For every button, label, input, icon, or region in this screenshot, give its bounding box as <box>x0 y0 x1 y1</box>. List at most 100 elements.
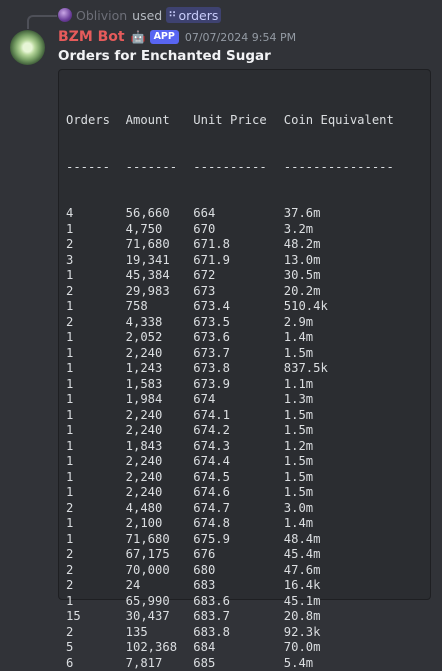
cell-amount: 19,341 <box>126 253 194 269</box>
cell-unit-price: 674.3 <box>193 439 284 455</box>
cell-orders: 2 <box>66 501 126 517</box>
table-row: 165,990683.645.1m <box>66 594 423 610</box>
cell-unit-price: 674.6 <box>193 485 284 501</box>
header-unit-price: Unit Price <box>193 113 284 129</box>
cell-orders: 1 <box>66 392 126 408</box>
cell-unit-price: 674.2 <box>193 423 284 439</box>
cell-amount: 1,243 <box>126 361 194 377</box>
cell-unit-price: 673.7 <box>193 346 284 362</box>
cell-coin-equivalent: 20.8m <box>284 609 423 625</box>
table-row: 22468316.4k <box>66 578 423 594</box>
cell-coin-equivalent: 2.9m <box>284 315 423 331</box>
cell-amount: 2,240 <box>126 408 194 424</box>
table-row: 12,240674.11.5m <box>66 408 423 424</box>
cell-orders: 2 <box>66 315 126 331</box>
cell-orders: 6 <box>66 656 126 671</box>
cell-orders: 15 <box>66 609 126 625</box>
table-row: 229,98367320.2m <box>66 284 423 300</box>
cell-coin-equivalent: 1.5m <box>284 408 423 424</box>
cell-orders: 1 <box>66 594 126 610</box>
message-timestamp: 07/07/2024 9:54 PM <box>185 31 296 44</box>
table-row: 271,680671.848.2m <box>66 237 423 253</box>
cell-unit-price: 673 <box>193 284 284 300</box>
cell-unit-price: 673.6 <box>193 330 284 346</box>
reply-context[interactable]: Oblivion used ∷ orders <box>58 7 221 23</box>
cell-unit-price: 683 <box>193 578 284 594</box>
reply-username[interactable]: Oblivion <box>76 8 127 23</box>
table-row: 11,9846741.3m <box>66 392 423 408</box>
command-name: orders <box>179 8 219 23</box>
cell-orders: 1 <box>66 330 126 346</box>
cell-orders: 2 <box>66 563 126 579</box>
cell-amount: 7,817 <box>126 656 194 671</box>
table-row: 11,243673.8837.5k <box>66 361 423 377</box>
cell-unit-price: 673.8 <box>193 361 284 377</box>
cell-amount: 1,583 <box>126 377 194 393</box>
cell-orders: 2 <box>66 578 126 594</box>
table-row: 12,240673.71.5m <box>66 346 423 362</box>
cell-amount: 2,240 <box>126 485 194 501</box>
cell-unit-price: 671.8 <box>193 237 284 253</box>
bot-username[interactable]: BZM Bot <box>58 29 125 45</box>
orders-code-block: Orders Amount Unit Price Coin Equivalent… <box>58 69 431 600</box>
cell-coin-equivalent: 3.0m <box>284 501 423 517</box>
table-row: 24,338673.52.9m <box>66 315 423 331</box>
table-row: 171,680675.948.4m <box>66 532 423 548</box>
cell-amount: 2,240 <box>126 454 194 470</box>
cell-unit-price: 673.4 <box>193 299 284 315</box>
bot-avatar[interactable] <box>10 30 45 65</box>
cell-coin-equivalent: 510.4k <box>284 299 423 315</box>
slash-command-icon: ∷ <box>169 10 175 20</box>
separator-orders: ------ <box>66 160 126 176</box>
cell-unit-price: 685 <box>193 656 284 671</box>
cell-amount: 4,338 <box>126 315 194 331</box>
cell-amount: 1,984 <box>126 392 194 408</box>
cell-unit-price: 674.7 <box>193 501 284 517</box>
cell-orders: 1 <box>66 516 126 532</box>
message-title: Orders for Enchanted Sugar <box>58 48 271 64</box>
cell-unit-price: 673.9 <box>193 377 284 393</box>
cell-unit-price: 664 <box>193 206 284 222</box>
separator-coin-equivalent: --------------- <box>284 160 423 176</box>
reply-user-avatar[interactable] <box>58 8 72 22</box>
cell-orders: 1 <box>66 439 126 455</box>
cell-unit-price: 683.8 <box>193 625 284 641</box>
cell-coin-equivalent: 1.3m <box>284 392 423 408</box>
table-row: 11,843674.31.2m <box>66 439 423 455</box>
message-header: BZM Bot 🤖 APP 07/07/2024 9:54 PM <box>58 28 296 46</box>
cell-amount: 758 <box>126 299 194 315</box>
separator-unit-price: ---------- <box>193 160 284 176</box>
cell-unit-price: 675.9 <box>193 532 284 548</box>
table-row: 12,052673.61.4m <box>66 330 423 346</box>
cell-orders: 1 <box>66 454 126 470</box>
command-mention[interactable]: ∷ orders <box>166 7 221 23</box>
cell-amount: 135 <box>126 625 194 641</box>
cell-orders: 1 <box>66 268 126 284</box>
header-coin-equivalent: Coin Equivalent <box>284 113 423 129</box>
table-row: 5102,36868470.0m <box>66 640 423 656</box>
cell-amount: 70,000 <box>126 563 194 579</box>
cell-coin-equivalent: 37.6m <box>284 206 423 222</box>
cell-unit-price: 683.7 <box>193 609 284 625</box>
cell-amount: 65,990 <box>126 594 194 610</box>
table-row: 24,480674.73.0m <box>66 501 423 517</box>
cell-amount: 30,437 <box>126 609 194 625</box>
cell-orders: 1 <box>66 423 126 439</box>
cell-amount: 2,100 <box>126 516 194 532</box>
cell-orders: 2 <box>66 625 126 641</box>
table-row: 12,240674.51.5m <box>66 470 423 486</box>
cell-coin-equivalent: 13.0m <box>284 253 423 269</box>
cell-orders: 2 <box>66 547 126 563</box>
cell-unit-price: 670 <box>193 222 284 238</box>
table-row: 2135683.892.3k <box>66 625 423 641</box>
cell-amount: 2,240 <box>126 423 194 439</box>
cell-amount: 71,680 <box>126 532 194 548</box>
header-orders: Orders <box>66 113 126 129</box>
cell-amount: 2,240 <box>126 470 194 486</box>
cell-amount: 4,750 <box>126 222 194 238</box>
cell-orders: 1 <box>66 299 126 315</box>
cell-coin-equivalent: 1.1m <box>284 377 423 393</box>
cell-coin-equivalent: 1.5m <box>284 485 423 501</box>
header-amount: Amount <box>126 113 194 129</box>
cell-coin-equivalent: 47.6m <box>284 563 423 579</box>
